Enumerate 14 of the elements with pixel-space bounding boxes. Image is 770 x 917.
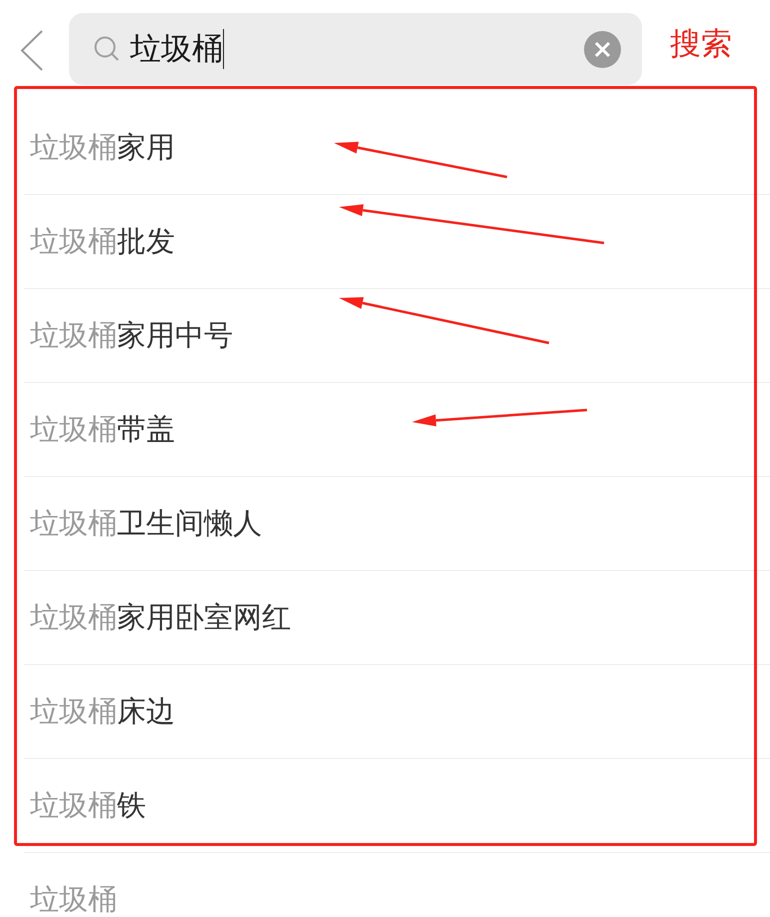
suggestion-item[interactable]: 垃圾桶家用中号 <box>30 321 233 350</box>
clear-icon[interactable] <box>584 30 621 68</box>
search-button[interactable]: 搜索 <box>670 29 732 60</box>
search-field[interactable]: 垃圾桶 <box>69 13 642 85</box>
suggestion-item[interactable]: 垃圾桶批发 <box>30 227 175 256</box>
suggestion-item[interactable]: 垃圾桶床边 <box>30 697 175 726</box>
suggestion-item[interactable]: 垃圾桶带盖 <box>30 415 175 444</box>
back-icon[interactable] <box>20 30 44 71</box>
suggestion-item[interactable]: 垃圾桶铁 <box>30 791 146 820</box>
suggestion-item[interactable]: 垃圾桶卫生间懒人 <box>30 509 262 538</box>
search-icon <box>94 36 120 62</box>
search-query: 垃圾桶 <box>130 34 223 64</box>
suggestion-item[interactable]: 垃圾桶家用 <box>30 133 175 162</box>
suggestion-item[interactable]: 垃圾桶家用卧室网红 <box>30 603 291 632</box>
